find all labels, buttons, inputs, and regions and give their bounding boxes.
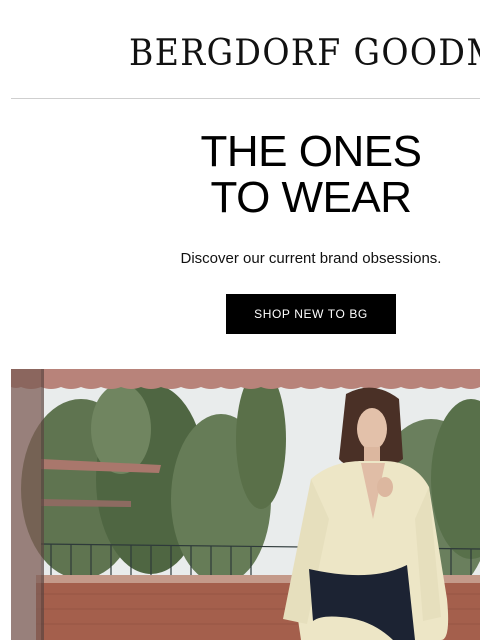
headline-line-2: TO WEAR <box>210 173 412 222</box>
email-page: BERGDORF GOODMAN THE ONES TO WEAR Discov… <box>0 0 480 640</box>
subheadline: Discover our current brand obsessions. <box>180 250 442 267</box>
header-divider <box>11 98 480 99</box>
hero-image[interactable] <box>11 369 480 640</box>
headline: THE ONES TO WEAR <box>150 129 472 221</box>
hero-photo <box>11 369 480 640</box>
shop-new-to-bg-button[interactable]: SHOP NEW TO BG <box>226 294 396 334</box>
header: BERGDORF GOODMAN <box>0 0 480 98</box>
brand-logo[interactable]: BERGDORF GOODMAN <box>129 32 480 76</box>
headline-line-1: THE ONES <box>200 127 422 176</box>
